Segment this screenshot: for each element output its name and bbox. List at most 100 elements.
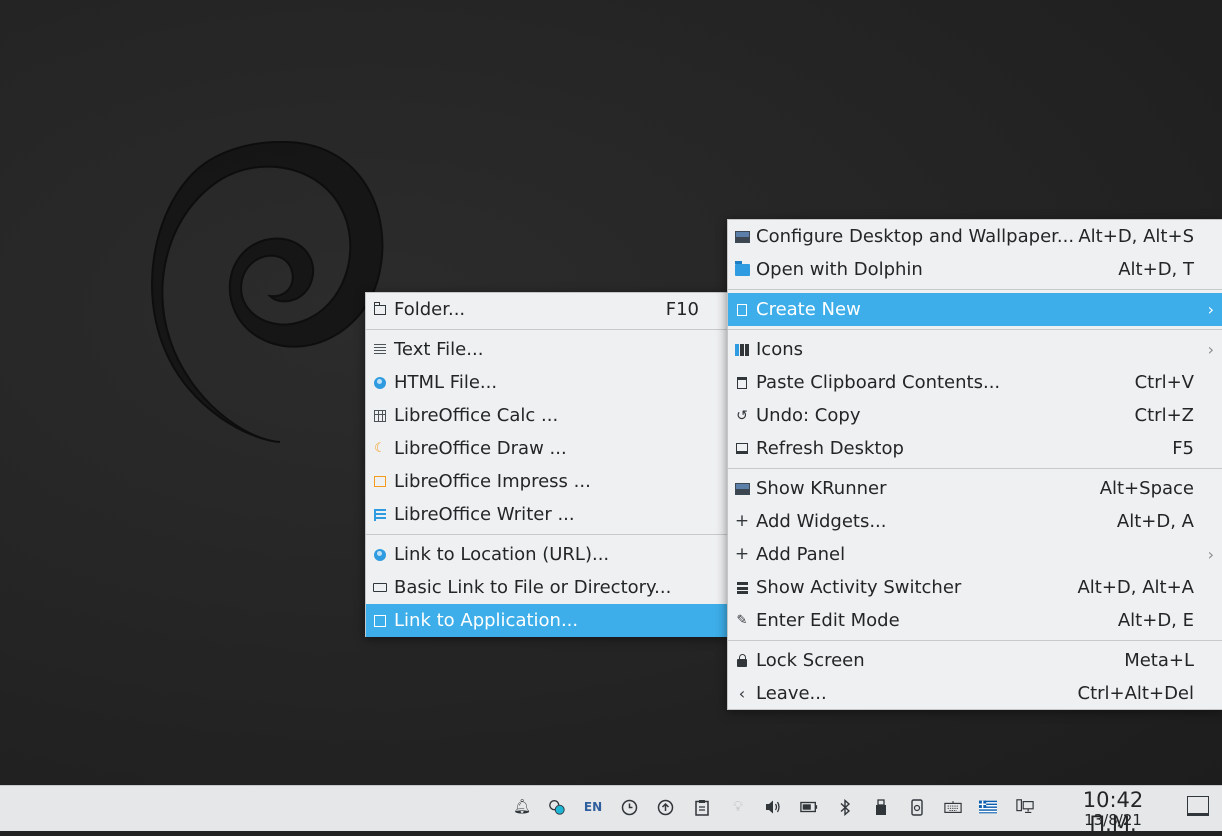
menu-item-label: LibreOffice Impress ...	[394, 471, 591, 492]
draw-icon: ☾	[374, 441, 386, 456]
menu-item-link-to-application[interactable]: Link to Application...	[366, 604, 727, 637]
menu-item-label: Create New	[756, 299, 861, 320]
menu-item-enter-edit-mode[interactable]: ✎ Enter Edit Mode Alt+D, E	[728, 604, 1222, 637]
menu-item-shortcut: Ctrl+Alt+Del	[1077, 683, 1195, 704]
menu-item-label: Icons	[756, 339, 804, 360]
menu-item-libreoffice-draw[interactable]: ☾ LibreOffice Draw ...	[366, 432, 727, 465]
desktop-context-menu: Configure Desktop and Wallpaper... Alt+D…	[727, 219, 1222, 710]
menu-item-text-file[interactable]: Text File...	[366, 333, 727, 366]
lock-icon	[734, 653, 750, 669]
menu-item-label: Link to Application...	[394, 610, 579, 631]
menu-item-shortcut: Alt+D, Alt+A	[1077, 577, 1194, 598]
plus-icon: +	[734, 511, 750, 531]
menu-separator	[366, 534, 727, 535]
menu-item-libreoffice-calc[interactable]: LibreOffice Calc ...	[366, 399, 727, 432]
menu-item-show-krunner[interactable]: Show KRunner Alt+Space	[728, 472, 1222, 505]
undo-icon: ↺	[736, 407, 748, 424]
clock-icon[interactable]	[620, 798, 638, 816]
menu-item-shortcut: Alt+D, Alt+S	[1078, 226, 1194, 247]
lightbulb-icon[interactable]: 💡︎	[729, 798, 747, 816]
updates-icon[interactable]	[656, 798, 674, 816]
menu-item-link-to-location[interactable]: Link to Location (URL)...	[366, 538, 727, 571]
link-icon	[372, 580, 388, 596]
bluetooth-icon[interactable]	[836, 798, 854, 816]
menu-item-html-file[interactable]: HTML File...	[366, 366, 727, 399]
clipboard-icon	[734, 375, 750, 391]
menu-item-label: Add Widgets...	[756, 511, 887, 532]
chevron-right-icon: ›	[1207, 340, 1214, 359]
menu-item-leave[interactable]: ‹ Leave... Ctrl+Alt+Del	[728, 677, 1222, 710]
menu-item-add-widgets[interactable]: + Add Widgets... Alt+D, A	[728, 505, 1222, 538]
menu-item-shortcut: Alt+Space	[1099, 478, 1194, 499]
taskbar: 🔔︎ EN 💡︎ 10:42 Π.Μ. 13/8/21	[0, 785, 1222, 836]
network-manager-icon[interactable]	[548, 798, 566, 816]
menu-separator	[728, 468, 1222, 469]
writer-icon	[372, 507, 388, 523]
menu-item-label: Leave...	[756, 683, 827, 704]
menu-separator	[728, 289, 1222, 290]
menu-item-undo-copy[interactable]: ↺ Undo: Copy Ctrl+Z	[728, 399, 1222, 432]
greek-flag-icon[interactable]	[979, 798, 997, 816]
keyboard-icon[interactable]	[944, 798, 962, 816]
menu-item-label: Undo: Copy	[756, 405, 861, 426]
menu-item-label: Lock Screen	[756, 650, 865, 671]
menu-item-libreoffice-impress[interactable]: LibreOffice Impress ...	[366, 465, 727, 498]
menu-item-label: Configure Desktop and Wallpaper...	[756, 226, 1075, 247]
menu-item-label: LibreOffice Calc ...	[394, 405, 559, 426]
volume-icon[interactable]	[764, 798, 782, 816]
menu-item-open-with-dolphin[interactable]: Open with Dolphin Alt+D, T	[728, 253, 1222, 286]
menu-item-label: Show Activity Switcher	[756, 577, 962, 598]
menu-item-label: Paste Clipboard Contents...	[756, 372, 1001, 393]
plus-icon: +	[734, 544, 750, 564]
pencil-icon: ✎	[736, 613, 748, 628]
menu-item-refresh-desktop[interactable]: Refresh Desktop F5	[728, 432, 1222, 465]
kde-connect-icon[interactable]	[908, 798, 926, 816]
menu-item-label: Link to Location (URL)...	[394, 544, 610, 565]
new-document-icon	[734, 302, 750, 318]
krunner-icon	[734, 481, 750, 497]
menu-item-label: Folder...	[394, 299, 466, 320]
menu-item-label: Add Panel	[756, 544, 846, 565]
chevron-right-icon: ›	[1207, 300, 1214, 319]
menu-item-label: Enter Edit Mode	[756, 610, 900, 631]
menu-separator	[728, 640, 1222, 641]
menu-item-lock-screen[interactable]: Lock Screen Meta+L	[728, 644, 1222, 677]
menu-item-create-new[interactable]: Create New ›	[728, 293, 1222, 326]
battery-icon[interactable]	[800, 798, 818, 816]
menu-item-folder[interactable]: Folder... F10	[366, 293, 727, 326]
menu-item-configure-desktop[interactable]: Configure Desktop and Wallpaper... Alt+D…	[728, 220, 1222, 253]
refresh-icon	[734, 441, 750, 457]
usb-device-icon[interactable]	[872, 798, 890, 816]
menu-item-show-activity-switcher[interactable]: Show Activity Switcher Alt+D, Alt+A	[728, 571, 1222, 604]
menu-separator	[728, 329, 1222, 330]
globe-icon	[372, 547, 388, 563]
clipboard-icon[interactable]	[693, 798, 711, 816]
notifications-bell-icon[interactable]: 🔔︎	[513, 798, 531, 816]
menu-item-shortcut: F10	[665, 299, 699, 320]
keyboard-layout-indicator[interactable]: EN	[584, 798, 602, 816]
display-network-icon[interactable]	[1016, 798, 1034, 816]
menu-item-shortcut: Ctrl+V	[1134, 372, 1194, 393]
menu-item-add-panel[interactable]: + Add Panel ›	[728, 538, 1222, 571]
menu-item-label: Refresh Desktop	[756, 438, 904, 459]
menu-item-paste-clipboard[interactable]: Paste Clipboard Contents... Ctrl+V	[728, 366, 1222, 399]
menu-item-label: Basic Link to File or Directory...	[394, 577, 672, 598]
menu-item-label: LibreOffice Draw ...	[394, 438, 567, 459]
leave-icon: ‹	[738, 683, 746, 703]
menu-item-shortcut: Alt+D, A	[1116, 511, 1194, 532]
clock-date[interactable]: 13/8/21	[1058, 811, 1168, 829]
menu-item-shortcut: Meta+L	[1124, 650, 1194, 671]
menu-item-icons[interactable]: Icons ›	[728, 333, 1222, 366]
menu-item-basic-link[interactable]: Basic Link to File or Directory...	[366, 571, 727, 604]
calc-icon	[372, 408, 388, 424]
menu-item-libreoffice-writer[interactable]: LibreOffice Writer ...	[366, 498, 727, 531]
menu-item-shortcut: Alt+D, T	[1118, 259, 1194, 280]
menu-item-label: HTML File...	[394, 372, 498, 393]
impress-icon	[372, 474, 388, 490]
menu-item-label: Open with Dolphin	[756, 259, 923, 280]
menu-item-label: Show KRunner	[756, 478, 887, 499]
folder-icon	[372, 301, 388, 318]
chevron-right-icon: ›	[1207, 545, 1214, 564]
folder-icon	[734, 260, 750, 278]
show-desktop-button[interactable]	[1187, 796, 1209, 816]
